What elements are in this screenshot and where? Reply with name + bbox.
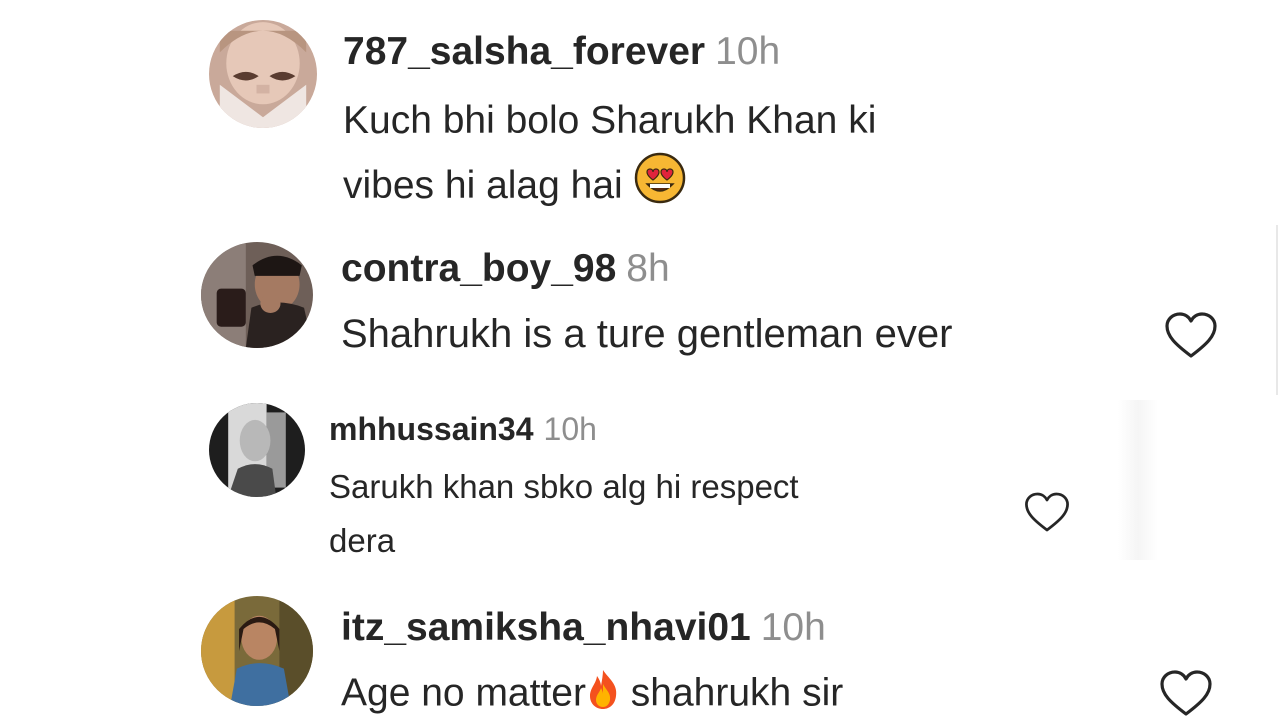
heart-outline-icon[interactable] — [1158, 668, 1214, 718]
comment-text-content: Kuch bhi bolo Sharukh Khan ki vibes hi a… — [343, 99, 877, 207]
comment-text: Shahrukh is a ture gentleman ever — [341, 312, 953, 356]
username-link[interactable]: itz_samiksha_nhavi01 — [341, 606, 751, 649]
avatar[interactable] — [201, 242, 313, 348]
heart-eyes-emoji — [634, 152, 686, 223]
avatar[interactable] — [209, 403, 305, 497]
username-link[interactable]: mhhussain34 — [329, 411, 534, 447]
username-link[interactable]: 787_salsha_forever — [343, 30, 705, 73]
comment-header: itz_samiksha_nhavi01 10h — [341, 606, 826, 650]
comment-timestamp[interactable]: 8h — [626, 247, 669, 290]
comment-header: mhhussain34 10h — [329, 411, 597, 448]
comment-header: 787_salsha_forever 10h — [343, 30, 780, 74]
fire-emoji — [586, 668, 620, 720]
comment-text: Age no matter shahrukh sir — [341, 668, 1141, 720]
scrollbar-edge — [1276, 225, 1278, 395]
comment-text-end: shahrukh sir — [619, 671, 844, 715]
comment-header: contra_boy_98 8h — [341, 247, 670, 291]
avatar[interactable] — [209, 20, 317, 128]
comment-text: Kuch bhi bolo Sharukh Khan ki vibes hi a… — [343, 90, 1043, 223]
comment-text: Sarukh khan sbko alg hi respect dera — [329, 468, 799, 559]
comment-timestamp[interactable]: 10h — [761, 606, 826, 649]
heart-outline-icon[interactable] — [1023, 490, 1071, 534]
scroll-shade — [1118, 400, 1158, 560]
heart-outline-icon[interactable] — [1163, 310, 1219, 360]
comment-timestamp[interactable]: 10h — [715, 30, 780, 73]
avatar[interactable] — [201, 596, 313, 706]
comment-text-start: Age no matter — [341, 671, 586, 715]
username-link[interactable]: contra_boy_98 — [341, 247, 616, 290]
comment-timestamp[interactable]: 10h — [544, 411, 597, 447]
